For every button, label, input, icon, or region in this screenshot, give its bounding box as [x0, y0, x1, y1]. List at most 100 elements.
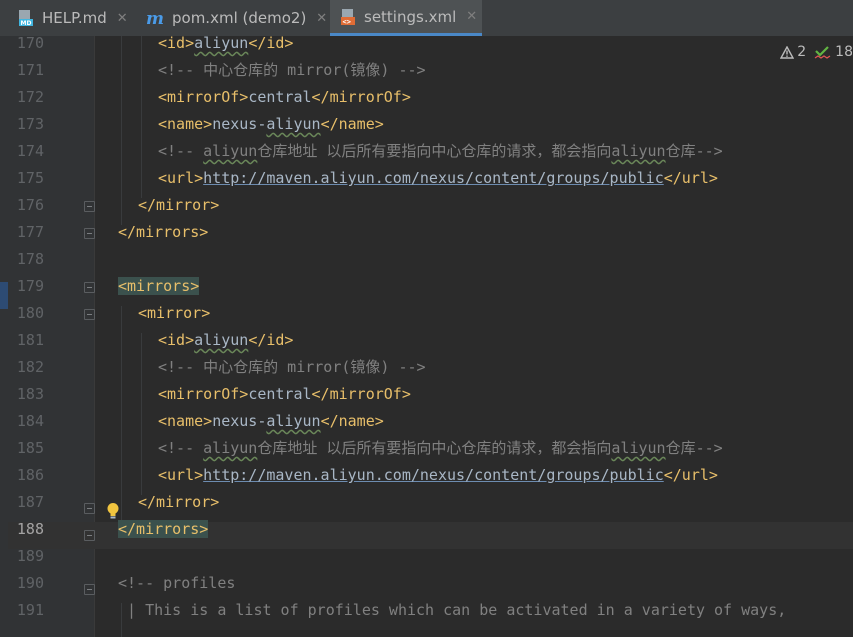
code-line-187: </mirror>: [138, 489, 219, 516]
xml-tag-matched: </mirrors>: [118, 520, 209, 538]
line-number: 181: [16, 331, 44, 349]
fold-marker-icon[interactable]: [84, 201, 95, 212]
close-icon[interactable]: ✕: [466, 9, 477, 24]
xml-text: nexus-: [212, 412, 267, 430]
xml-comment: 仓库地址 以后所有要指向中心仓库的请求，都会指向: [257, 142, 612, 160]
code-line-186: <url>http://maven.aliyun.com/nexus/conte…: [158, 462, 718, 489]
tool-window-strip: [0, 36, 8, 637]
code-line-174: <!-- aliyun仓库地址 以后所有要指向中心仓库的请求，都会指向aliyu…: [158, 138, 723, 165]
xml-open-tag: <id>: [158, 34, 195, 52]
gutter-marker: [0, 282, 8, 309]
code-line-175: <url>http://maven.aliyun.com/nexus/conte…: [158, 165, 718, 192]
xml-open-tag: <name>: [158, 412, 213, 430]
xml-close-tag: </url>: [663, 169, 718, 187]
code-editor[interactable]: 170 171 172 173 174 175 176 177 178 179 …: [0, 34, 853, 637]
code-line-184: <name>nexus-aliyun</name>: [158, 408, 384, 435]
warning-triangle-icon: [780, 45, 795, 59]
xml-text: aliyun: [266, 115, 321, 133]
fold-marker-icon[interactable]: [84, 228, 95, 239]
xml-close-tag: </id>: [248, 34, 294, 52]
xml-text: aliyun: [266, 412, 321, 430]
line-number: 170: [16, 34, 44, 52]
url-link[interactable]: http://maven.aliyun.com/nexus/content/gr…: [203, 169, 664, 187]
fold-marker-icon[interactable]: [84, 282, 95, 293]
code-line-171: <!-- 中心仓库的 mirror(镜像) -->: [158, 57, 426, 84]
code-line-173: <name>nexus-aliyun</name>: [158, 111, 384, 138]
weak-warnings-counter[interactable]: 18: [814, 44, 853, 60]
line-number: 178: [16, 250, 44, 268]
xml-open-tag: <mirrorOf>: [158, 385, 249, 403]
line-number: 187: [16, 493, 44, 511]
line-number: 180: [16, 304, 44, 322]
fold-marker-icon[interactable]: [84, 503, 95, 514]
xml-close-tag: </name>: [320, 115, 384, 133]
line-number: 185: [16, 439, 44, 457]
xml-close-tag: </mirrorOf>: [311, 385, 411, 403]
code-line-180: <mirror>: [138, 300, 210, 327]
weak-warnings-count: 18: [835, 44, 853, 60]
line-number: 183: [16, 385, 44, 403]
xml-comment: 仓库地址 以后所有要指向中心仓库的请求，都会指向: [257, 439, 612, 457]
xml-open-tag: <name>: [158, 115, 213, 133]
xml-open-tag: <url>: [158, 466, 204, 484]
xml-open-tag: <id>: [158, 331, 195, 349]
xml-comment: <!--: [158, 142, 204, 160]
xml-comment: <!--: [158, 439, 204, 457]
xml-comment: 仓库-->: [665, 439, 723, 457]
xml-tag: </mirror>: [138, 196, 220, 214]
close-icon[interactable]: ✕: [117, 11, 128, 26]
xml-comment: 仓库-->: [665, 142, 723, 160]
xml-text: aliyun: [194, 34, 249, 52]
tab-label: HELP.md: [42, 9, 107, 27]
code-line-190: <!-- profiles: [118, 570, 235, 597]
code-line-185: <!-- aliyun仓库地址 以后所有要指向中心仓库的请求，都会指向aliyu…: [158, 435, 723, 462]
line-number: 175: [16, 169, 44, 187]
fold-marker-icon[interactable]: [84, 584, 95, 595]
xml-open-tag: <mirrorOf>: [158, 88, 249, 106]
fold-marker-icon[interactable]: [84, 530, 95, 541]
indent-guide: [121, 36, 122, 225]
indent-guide: [141, 36, 142, 198]
code-line-176: </mirror>: [138, 192, 219, 219]
xml-comment: aliyun: [203, 142, 258, 160]
tab-settings-xml[interactable]: <> settings.xml ✕: [330, 0, 482, 36]
xml-tag: </mirrors>: [118, 223, 209, 241]
xml-comment: <!-- 中心仓库的 mirror(镜像) -->: [158, 61, 426, 79]
svg-text:m: m: [146, 9, 164, 27]
xml-comment: <!-- profiles: [118, 574, 236, 592]
url-link[interactable]: http://maven.aliyun.com/nexus/content/gr…: [203, 466, 664, 484]
xml-comment: aliyun: [611, 142, 666, 160]
xml-comment: aliyun: [203, 439, 258, 457]
line-number-current: 188: [16, 520, 44, 538]
xml-text: nexus-: [212, 115, 267, 133]
code-line-188: </mirrors>: [118, 516, 209, 543]
code-line-177: </mirrors>: [118, 219, 208, 246]
xml-text: central: [248, 385, 312, 403]
code-line-182: <!-- 中心仓库的 mirror(镜像) -->: [158, 354, 426, 381]
code-line-191: | This is a list of profiles which can b…: [118, 597, 786, 624]
code-line-170: <id>aliyun</id>: [158, 30, 293, 57]
svg-text:MD: MD: [21, 20, 32, 27]
svg-text:<>: <>: [343, 18, 351, 26]
line-number: 174: [16, 142, 44, 160]
warnings-count: 2: [797, 44, 807, 60]
inspection-widget[interactable]: 2 18: [772, 40, 853, 64]
line-number: 190: [16, 574, 44, 592]
xml-tag: </mirror>: [138, 493, 220, 511]
indent-guide: [141, 333, 142, 495]
line-number: 182: [16, 358, 44, 376]
line-number: 186: [16, 466, 44, 484]
xml-close-tag: </mirrorOf>: [311, 88, 411, 106]
fold-marker-icon[interactable]: [84, 309, 95, 320]
code-line-172: <mirrorOf>central</mirrorOf>: [158, 84, 411, 111]
line-number: 191: [16, 601, 44, 619]
warnings-counter[interactable]: 2: [780, 44, 806, 60]
close-icon[interactable]: ✕: [316, 11, 327, 26]
xml-text: central: [248, 88, 312, 106]
line-number: 176: [16, 196, 44, 214]
line-number: 189: [16, 547, 44, 565]
code-line-179: <mirrors>: [118, 273, 200, 300]
typo-check-icon: [814, 46, 831, 59]
xml-close-tag: </name>: [320, 412, 384, 430]
xml-comment: | This is a list of profiles which can b…: [118, 601, 787, 619]
